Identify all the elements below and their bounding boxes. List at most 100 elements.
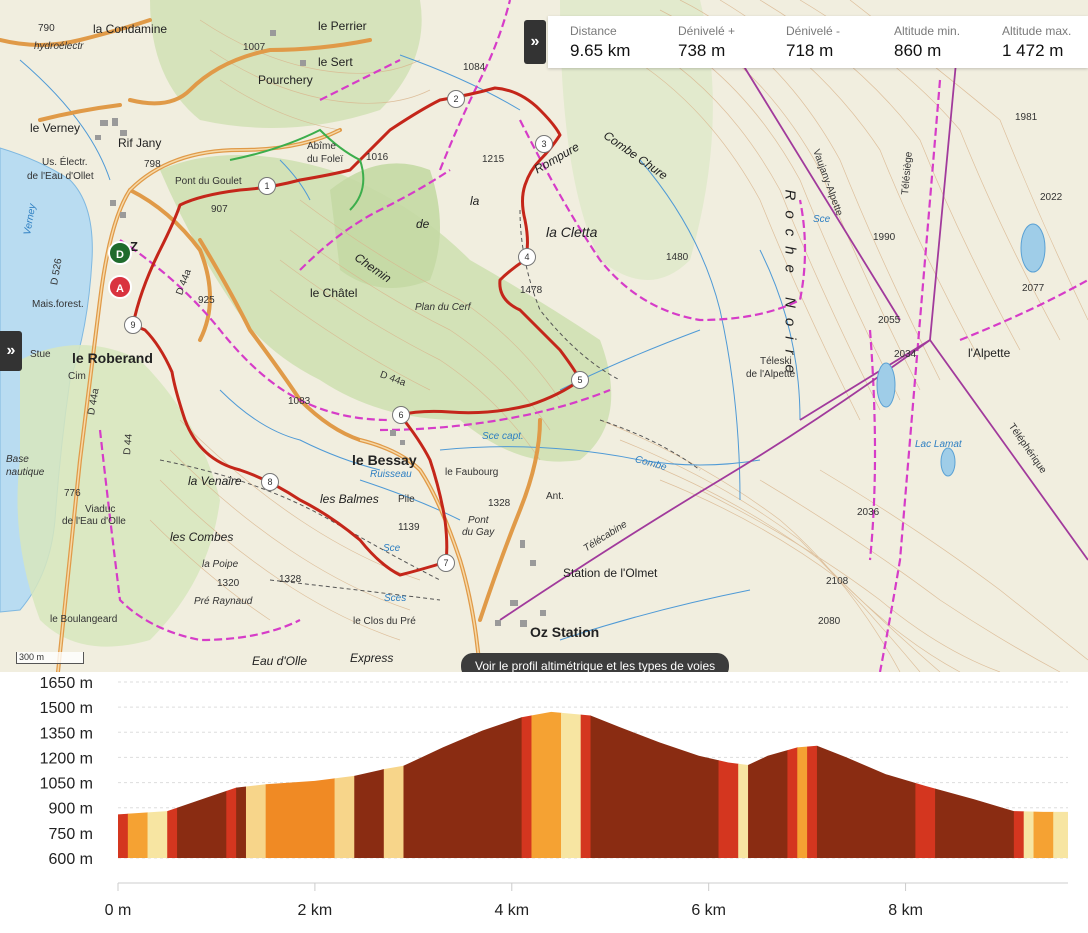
- x-tick-label: 2 km: [298, 902, 333, 919]
- surface-segment: [748, 711, 788, 858]
- place-le-sert: le Sert: [318, 55, 353, 69]
- elevation-label: 790: [38, 23, 55, 34]
- place-le-bessay: le Bessay: [352, 452, 417, 468]
- elevation-label: 1016: [366, 152, 389, 163]
- place-express: Express: [350, 651, 394, 665]
- map-view[interactable]: la Condamine hydroélectr le Perrier le S…: [0, 0, 1088, 672]
- waypoint-8[interactable]: 8: [261, 473, 279, 491]
- waypoint-5[interactable]: 5: [571, 371, 589, 389]
- elevation-label: 1328: [488, 498, 511, 509]
- surface-segment: [245, 711, 267, 858]
- surface-segment: [334, 711, 355, 858]
- surface-segment: [226, 711, 237, 858]
- elevation-label: 1328: [279, 574, 302, 585]
- surface-segment: [561, 711, 582, 858]
- surface-segment: [935, 711, 1015, 858]
- place-ant: Ant.: [546, 491, 564, 502]
- y-tick-label: 600 m: [49, 851, 93, 868]
- expand-stats-button[interactable]: »: [524, 20, 546, 64]
- elevation-label: 2034: [894, 349, 917, 360]
- stat-value: 860 m: [894, 40, 942, 60]
- place-la-condamine: la Condamine: [93, 22, 168, 36]
- surface-segment: [236, 711, 247, 858]
- surface-segment: [797, 711, 808, 858]
- x-tick-label: 0 m: [105, 902, 132, 919]
- road-d44: D 44: [122, 433, 135, 456]
- place-ruisseau: Ruisseau: [370, 469, 412, 480]
- elevation-label: 907: [211, 204, 228, 215]
- y-tick-label: 1200 m: [40, 750, 93, 767]
- place-le-roberand: le Roberand: [72, 350, 153, 366]
- elevation-area: [118, 711, 1068, 858]
- end-marker[interactable]: A: [108, 275, 132, 299]
- place-lac-lamat: Lac Lamat: [915, 439, 962, 450]
- surface-segment: [1053, 711, 1068, 858]
- surface-segment: [1013, 711, 1025, 858]
- elevation-label: 1320: [217, 578, 240, 589]
- waypoint-1[interactable]: 1: [258, 177, 276, 195]
- stat-label: Dénivelé -: [786, 23, 841, 38]
- place-sce-capt: Sce capt.: [482, 431, 524, 442]
- surface-segment: [915, 711, 936, 858]
- place-le-clos-du-pre: le Clos du Pré: [353, 616, 416, 627]
- surface-segment: [403, 711, 523, 858]
- waypoint-4[interactable]: 4: [518, 248, 536, 266]
- place-le-verney: le Verney: [30, 121, 81, 135]
- start-marker[interactable]: D: [108, 241, 132, 265]
- place-la-poipe: la Poipe: [202, 559, 239, 570]
- place-nautique: nautique: [6, 467, 45, 478]
- stat-label: Dénivelé +: [678, 23, 736, 38]
- waypoint-2[interactable]: 2: [447, 90, 465, 108]
- surface-segment: [816, 711, 916, 858]
- stat-label: Altitude min.: [894, 23, 961, 38]
- x-tick-label: 4 km: [494, 902, 529, 919]
- place-les-combes: les Combes: [170, 530, 234, 544]
- place-le-boulangeard: le Boulangeard: [50, 614, 118, 625]
- y-tick-label: 900 m: [49, 801, 93, 818]
- surface-segment: [590, 711, 720, 858]
- stat-elevation-gain: Dénivelé + 738 m: [656, 24, 764, 61]
- y-tick-label: 1650 m: [40, 675, 93, 692]
- place-la: la: [470, 194, 480, 208]
- waypoint-9[interactable]: 9: [124, 316, 142, 334]
- surface-segment: [787, 711, 798, 858]
- surface-segment: [383, 711, 404, 858]
- surface-segment: [718, 711, 739, 858]
- place-la-venaire: la Venaire: [188, 474, 242, 488]
- surface-segment: [580, 711, 592, 858]
- place-eau-dolle: Eau d'Olle: [252, 654, 307, 668]
- place-abime: Abîme: [307, 141, 336, 152]
- place-hydroelectr: hydroélectr: [34, 41, 84, 52]
- surface-segment: [1023, 711, 1035, 858]
- waypoint-3[interactable]: 3: [535, 135, 553, 153]
- place-rif-jany: Rif Jany: [118, 136, 162, 150]
- place-pont-du-goulet: Pont du Goulet: [175, 176, 242, 187]
- place-la-cletta: la Cletta: [546, 224, 598, 240]
- elevation-label: 2108: [826, 576, 849, 587]
- stat-distance: Distance 9.65 km: [548, 24, 656, 61]
- place-sce-2: Sce: [383, 543, 401, 554]
- place-cim: Cim: [68, 371, 86, 382]
- place-base: Base: [6, 454, 29, 465]
- elevation-label: 2080: [818, 616, 841, 627]
- elevation-label: 1981: [1015, 112, 1038, 123]
- elevation-label: 1007: [243, 42, 266, 53]
- waypoint-6[interactable]: 6: [392, 406, 410, 424]
- surface-segment: [807, 711, 818, 858]
- place-pre-raynaud: Pré Raynaud: [194, 596, 253, 607]
- stat-label: Distance: [570, 23, 617, 38]
- surface-segment: [1033, 711, 1054, 858]
- stat-label: Altitude max.: [1002, 23, 1072, 38]
- elevation-label: 1990: [873, 232, 896, 243]
- place-sces: Sces: [384, 593, 407, 604]
- elevation-label: 1083: [288, 396, 311, 407]
- elevation-label: 1215: [482, 154, 505, 165]
- expand-sidebar-button[interactable]: »: [0, 331, 22, 371]
- waypoint-7[interactable]: 7: [437, 554, 455, 572]
- route-stats-panel: Distance 9.65 km Dénivelé + 738 m Dénive…: [548, 16, 1088, 68]
- place-pile: Pile: [398, 494, 415, 505]
- surface-segment: [531, 711, 562, 858]
- place-du-folei: du Foleï: [307, 154, 344, 165]
- elevation-label: 2022: [1040, 192, 1063, 203]
- map-base: [0, 0, 1088, 672]
